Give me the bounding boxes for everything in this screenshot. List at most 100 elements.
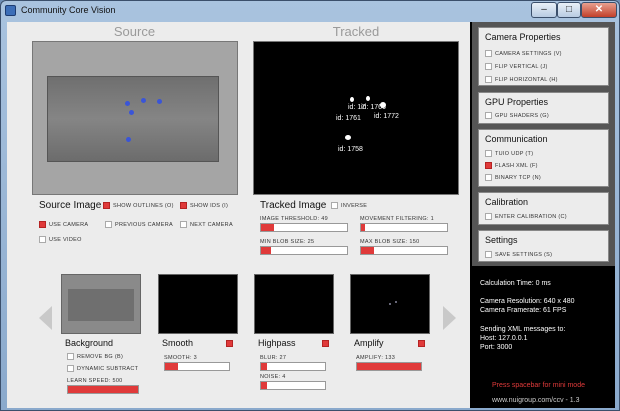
learn-speed-fill xyxy=(68,386,138,393)
show-ids-label: SHOW IDS (I) xyxy=(190,203,229,209)
smooth-title: Smooth xyxy=(162,338,194,348)
previous-camera-checkbox[interactable] xyxy=(105,221,112,228)
smooth-fill xyxy=(165,363,178,370)
communication-panel: Communication TUIO UDP (T) FLASH XML (F)… xyxy=(478,129,609,187)
sending-xml: Sending XML messages to: xyxy=(480,326,566,333)
camera-surface xyxy=(47,76,219,162)
binary-tcp-label: BINARY TCP (N) xyxy=(495,175,541,181)
communication-title: Communication xyxy=(485,134,548,144)
gpu-shaders-checkbox[interactable] xyxy=(485,112,492,119)
tracked-blob xyxy=(350,97,354,102)
amplify-slider[interactable] xyxy=(356,362,422,371)
smooth-enable-checkbox[interactable] xyxy=(226,340,233,347)
dynamic-subtract-label: DYNAMIC SUBTRACT xyxy=(77,366,139,372)
tuio-udp-label: TUIO UDP (T) xyxy=(495,151,534,157)
remove-bg-checkbox[interactable] xyxy=(67,353,74,360)
save-settings-checkbox[interactable] xyxy=(485,251,492,258)
camera-resolution: Camera Resolution: 640 x 480 xyxy=(480,298,575,305)
amplify-enable-checkbox[interactable] xyxy=(418,340,425,347)
gpu-properties-panel: GPU Properties GPU SHADERS (G) xyxy=(478,92,609,124)
blur-fill xyxy=(261,363,268,370)
previous-camera-label: PREVIOUS CAMERA xyxy=(115,222,173,228)
highpass-title: Highpass xyxy=(258,338,296,348)
image-threshold-slider[interactable] xyxy=(260,223,348,232)
show-ids-checkbox[interactable] xyxy=(180,202,187,209)
min-blob-size-fill xyxy=(261,247,272,254)
previous-filter-arrow-icon[interactable] xyxy=(39,306,52,330)
smooth-preview xyxy=(158,274,238,334)
image-threshold-label: IMAGE THRESHOLD: 49 xyxy=(260,216,328,222)
next-camera-checkbox[interactable] xyxy=(180,221,187,228)
background-filter: Background REMOVE BG (B) DYNAMIC SUBTRAC… xyxy=(61,274,141,394)
show-outlines-checkbox[interactable] xyxy=(103,202,110,209)
filter-strip: Background REMOVE BG (B) DYNAMIC SUBTRAC… xyxy=(7,266,470,408)
main-panel: Source Source Image SHOW OUTLINES (O) SH… xyxy=(7,22,470,266)
website-url: www.nuigroup.com/ccv - 1.3 xyxy=(492,397,580,404)
amplify-preview xyxy=(350,274,430,334)
maximize-button[interactable]: □ xyxy=(557,2,581,18)
blur-slider[interactable] xyxy=(260,362,326,371)
source-blob xyxy=(126,137,131,142)
max-blob-size-fill xyxy=(361,247,374,254)
flip-vertical-label: FLIP VERTICAL (J) xyxy=(495,64,548,70)
close-button[interactable]: ✕ xyxy=(581,2,617,18)
min-blob-size-slider[interactable] xyxy=(260,246,348,255)
learn-speed-label: LEARN SPEED: 500 xyxy=(67,378,123,384)
tracked-header: Tracked xyxy=(332,24,380,39)
movement-filtering-fill xyxy=(361,224,366,231)
movement-filtering-slider[interactable] xyxy=(360,223,448,232)
camera-settings-checkbox[interactable] xyxy=(485,50,492,57)
use-camera-checkbox[interactable] xyxy=(39,221,46,228)
info-panel: Calculation Time: 0 ms Camera Resolution… xyxy=(472,266,615,408)
noise-fill xyxy=(261,382,268,389)
dynamic-subtract-checkbox[interactable] xyxy=(67,365,74,372)
source-blob xyxy=(125,101,130,106)
blob-id: id: 1766 xyxy=(361,104,386,111)
highpass-enable-checkbox[interactable] xyxy=(322,340,329,347)
smooth-slider[interactable] xyxy=(164,362,230,371)
source-blob xyxy=(157,99,162,104)
use-video-label: USE VIDEO xyxy=(49,237,82,243)
background-title: Background xyxy=(65,338,114,348)
gpu-shaders-label: GPU SHADERS (G) xyxy=(495,113,550,119)
flash-xml-checkbox[interactable] xyxy=(485,162,492,169)
max-blob-size-slider[interactable] xyxy=(360,246,448,255)
port-number: Port: 3000 xyxy=(480,344,513,351)
blur-label: BLUR: 27 xyxy=(260,355,287,361)
use-camera-label: USE CAMERA xyxy=(49,222,89,228)
next-camera-label: NEXT CAMERA xyxy=(190,222,233,228)
gpu-properties-title: GPU Properties xyxy=(485,97,549,107)
blob-id: id: 1758 xyxy=(338,146,363,153)
amplify-label: AMPLIFY: 133 xyxy=(356,355,396,361)
calibration-panel: Calibration ENTER CALIBRATION (C) xyxy=(478,192,609,225)
amplify-dot xyxy=(389,303,391,305)
show-outlines-label: SHOW OUTLINES (O) xyxy=(113,203,174,209)
flip-horizontal-label: FLIP HORIZONTAL (H) xyxy=(495,77,558,83)
source-header: Source xyxy=(113,24,156,39)
learn-speed-slider[interactable] xyxy=(67,385,139,394)
inverse-checkbox[interactable] xyxy=(331,202,338,209)
next-filter-arrow-icon[interactable] xyxy=(443,306,456,330)
enter-calibration-checkbox[interactable] xyxy=(485,213,492,220)
tuio-udp-checkbox[interactable] xyxy=(485,150,492,157)
amplify-filter: Amplify AMPLIFY: 133 xyxy=(350,274,430,394)
min-blob-size-label: MIN BLOB SIZE: 25 xyxy=(260,239,315,245)
window-title: Community Core Vision xyxy=(21,5,116,15)
flip-vertical-checkbox[interactable] xyxy=(485,63,492,70)
highpass-preview xyxy=(254,274,334,334)
tracked-blob xyxy=(366,96,370,101)
noise-slider[interactable] xyxy=(260,381,326,390)
source-view xyxy=(32,41,238,195)
minimize-button[interactable]: – xyxy=(531,2,557,18)
blob-id: id: 1761 xyxy=(336,115,361,122)
remove-bg-label: REMOVE BG (B) xyxy=(77,354,124,360)
smooth-filter: Smooth SMOOTH: 3 xyxy=(158,274,238,394)
binary-tcp-checkbox[interactable] xyxy=(485,174,492,181)
mini-mode-hint: Press spacebar for mini mode xyxy=(492,382,585,389)
flip-horizontal-checkbox[interactable] xyxy=(485,76,492,83)
client-area: Source Source Image SHOW OUTLINES (O) SH… xyxy=(7,22,615,408)
tracked-view: id: 17 id: 1766 id: 1761 id: 1772 id: 17… xyxy=(253,41,459,195)
enter-calibration-label: ENTER CALIBRATION (C) xyxy=(495,214,567,220)
noise-label: NOISE: 4 xyxy=(260,374,286,380)
use-video-checkbox[interactable] xyxy=(39,236,46,243)
